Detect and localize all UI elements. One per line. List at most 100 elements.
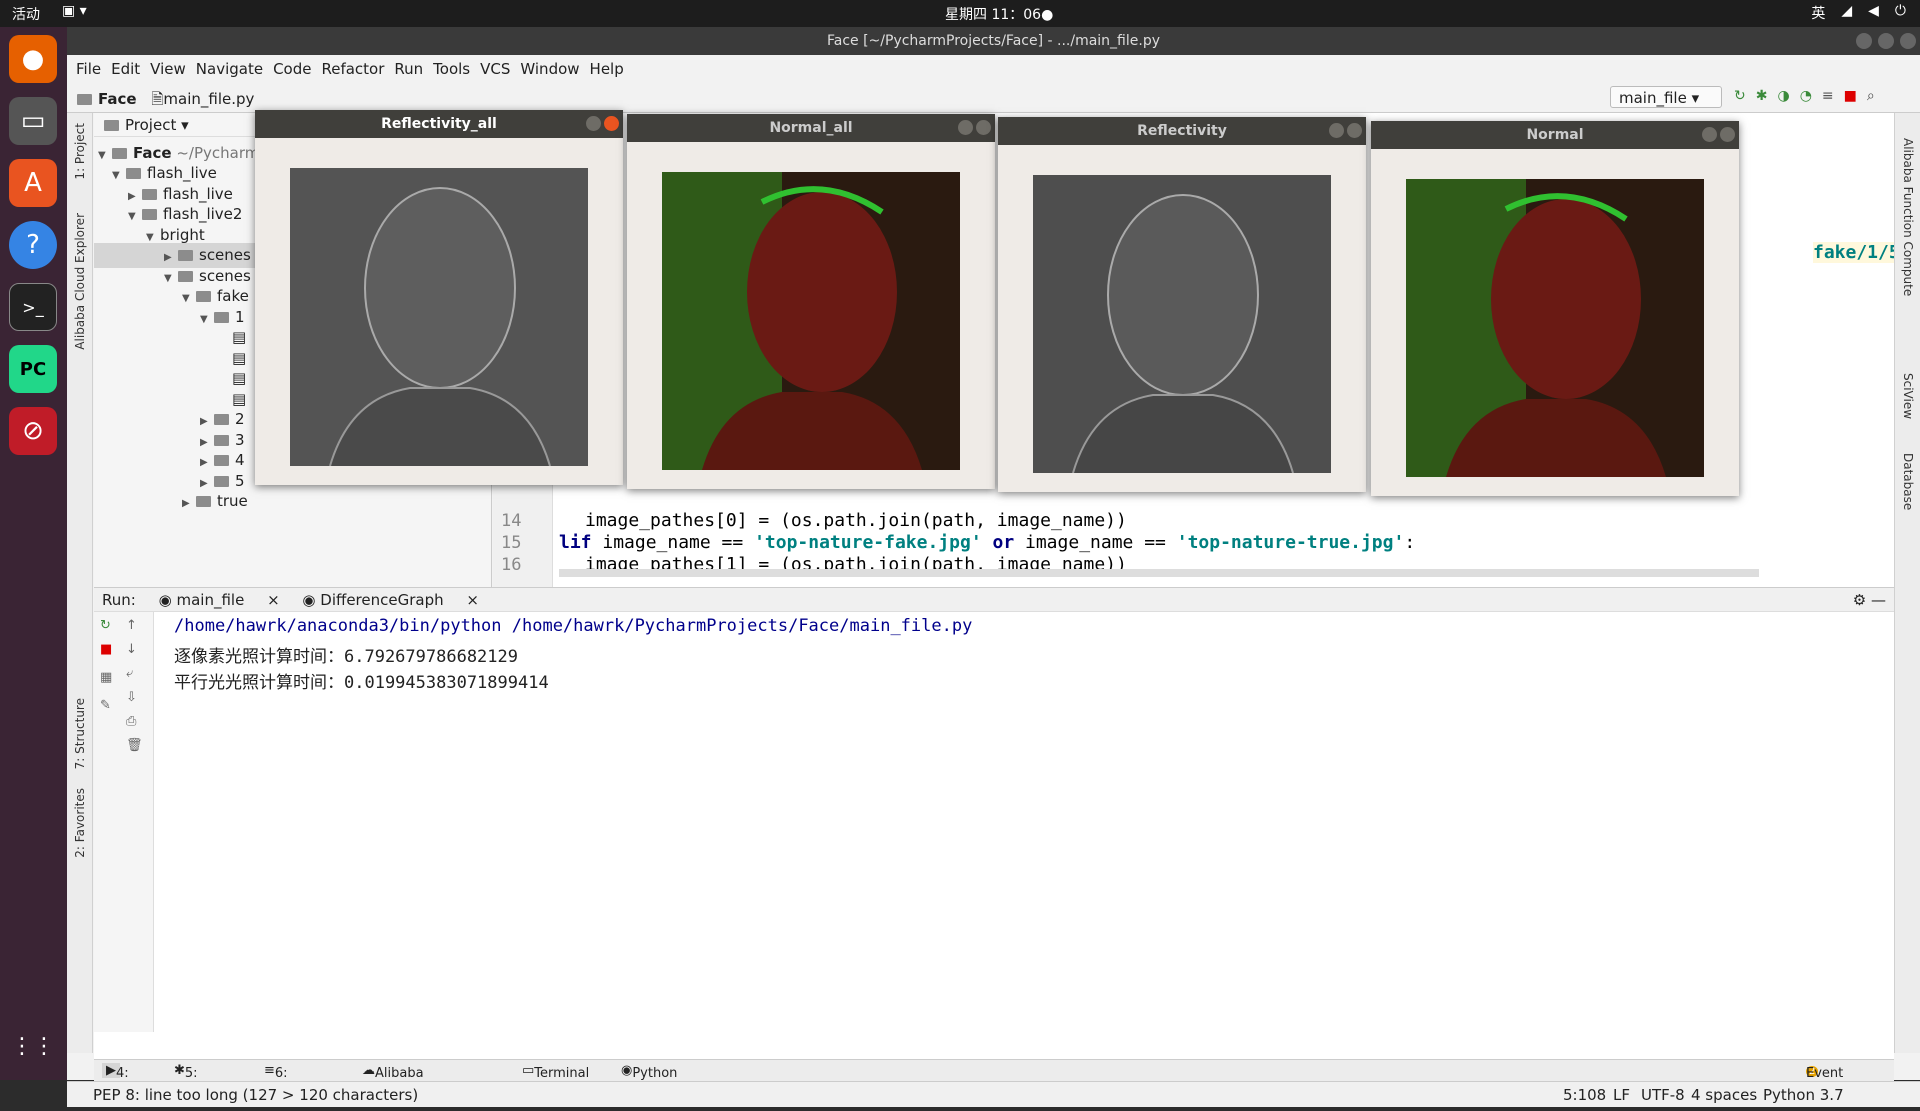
minimize-button[interactable] [1702, 127, 1717, 142]
rerun-icon[interactable]: ↻ [100, 618, 111, 633]
dock: ● ▭ A ? >_ PC ⊘ ⋮⋮ [0, 27, 67, 1080]
close-button[interactable] [604, 116, 619, 131]
coverage-icon[interactable]: ◑ [1777, 88, 1789, 104]
menu-tools[interactable]: Tools [428, 55, 475, 83]
debug-tool-tab[interactable]: ✱ 5: Debug [174, 1063, 228, 1096]
cloud-view-tool-tab[interactable]: ☁ Alibaba Cloud View [362, 1063, 424, 1111]
run-tab-difference-graph[interactable]: ◉ DifferenceGraph × [302, 591, 479, 609]
cloud-explorer-tool-tab[interactable]: Alibaba Cloud Explorer [73, 213, 87, 350]
breadcrumb-file[interactable]: main_file.py [163, 90, 254, 108]
menu-code[interactable]: Code [268, 55, 316, 83]
cv-window-normal[interactable]: Normal [1371, 121, 1739, 496]
console-output-line: 平行光光照计算时间：0.019945383071899414 [174, 673, 549, 693]
window-titlebar: Face [~/PycharmProjects/Face] - .../main… [67, 27, 1920, 55]
menu-vcs[interactable]: VCS [475, 55, 515, 83]
stop-icon[interactable]: ■ [1844, 88, 1857, 104]
left-tool-strip: 1: Project Alibaba Cloud Explorer 7: Str… [67, 113, 93, 1053]
blocked-app-icon[interactable]: ⊘ [9, 407, 57, 455]
function-compute-tool-tab[interactable]: Alibaba Function Compute [1901, 138, 1915, 296]
structure-tool-tab[interactable]: 7: Structure [73, 698, 87, 769]
wifi-icon[interactable]: ◢ [1841, 3, 1852, 23]
file-encoding[interactable]: UTF-8 [1641, 1086, 1685, 1104]
down-arrow-icon[interactable]: ↓ [126, 642, 137, 657]
menu-run[interactable]: Run [389, 55, 428, 83]
menu-file[interactable]: File [71, 55, 106, 83]
close-button[interactable] [976, 120, 991, 135]
terminal-icon[interactable]: >_ [9, 283, 57, 331]
software-center-icon[interactable]: A [9, 159, 57, 207]
close-button[interactable] [1347, 123, 1362, 138]
minimize-button[interactable] [1856, 33, 1872, 49]
window-title: Face [~/PycharmProjects/Face] - .../main… [826, 33, 1160, 49]
breadcrumb-project[interactable]: Face [98, 90, 137, 108]
status-message[interactable]: PEP 8: line too long (127 > 120 characte… [93, 1086, 418, 1104]
tree-item[interactable]: ▶ true [182, 489, 248, 514]
soft-wrap-icon[interactable]: ⤶ [126, 666, 133, 681]
print-icon[interactable]: ⎙ [126, 714, 136, 729]
menu-window[interactable]: Window [515, 55, 584, 83]
app-indicator-icon[interactable]: ▣ ▾ [62, 3, 87, 19]
run-config-select[interactable]: main_file ▾ [1610, 86, 1722, 108]
trash-icon[interactable]: 🗑 [126, 738, 143, 753]
indent-setting[interactable]: 4 spaces [1691, 1086, 1757, 1104]
settings-gear-icon[interactable]: ⚙ — [1853, 591, 1886, 609]
input-method-indicator[interactable]: 英 [1811, 3, 1825, 23]
build-icon[interactable]: ≡ [1822, 88, 1834, 104]
activities-button[interactable]: 活动 [12, 4, 40, 24]
menu-help[interactable]: Help [585, 55, 629, 83]
rerun-icon[interactable]: ↻ [1734, 88, 1746, 104]
run-tab-main-file[interactable]: ◉ main_file × [159, 591, 280, 609]
menu-edit[interactable]: Edit [106, 55, 145, 83]
line-separator[interactable]: LF [1613, 1086, 1630, 1104]
caret-position[interactable]: 5:108 [1563, 1086, 1606, 1104]
cv-window-reflectivity[interactable]: Reflectivity [998, 117, 1366, 492]
volume-icon[interactable]: ◀ [1868, 3, 1879, 23]
database-tool-tab[interactable]: Database [1901, 453, 1915, 510]
minimize-button[interactable] [586, 116, 601, 131]
close-button[interactable] [1900, 33, 1916, 49]
sciview-tool-tab[interactable]: SciView [1901, 373, 1915, 419]
bottom-tool-tabs: ▶ 4: Run ✱ 5: Debug ≡ 6: TODO ☁ Alibaba … [94, 1059, 1894, 1111]
help-icon[interactable]: ? [9, 221, 57, 269]
stop-icon[interactable]: ■ [100, 642, 112, 657]
python-file-icon: 🗎 [151, 90, 164, 108]
menu-view[interactable]: View [145, 55, 191, 83]
close-button[interactable] [1720, 127, 1735, 142]
search-icon[interactable]: ⌕ [1867, 88, 1875, 104]
minimize-button[interactable] [958, 120, 973, 135]
maximize-button[interactable] [1878, 33, 1894, 49]
profile-icon[interactable]: ◔ [1800, 88, 1812, 104]
line-number: 15 [501, 533, 522, 553]
project-tool-tab[interactable]: 1: Project [73, 123, 87, 180]
cv-window-title: Normal [1526, 127, 1584, 143]
clock[interactable]: 星期四 11：06● [945, 4, 1053, 24]
navigation-bar: Face 🗎main_file.py main_file ▾ ↻ ✱ ◑ ◔ ≡… [67, 83, 1920, 113]
cv-window-reflectivity-all[interactable]: Reflectivity_all [255, 110, 623, 485]
scroll-to-end-icon[interactable]: ⇩ [126, 690, 137, 705]
menu-navigate[interactable]: Navigate [191, 55, 268, 83]
files-icon[interactable]: ▭ [9, 97, 57, 145]
todo-tool-tab[interactable]: ≡ 6: TODO [264, 1063, 313, 1096]
debug-icon[interactable]: ✱ [1756, 88, 1768, 104]
python-interpreter[interactable]: Python 3.7 [1763, 1086, 1844, 1104]
favorites-tool-tab[interactable]: 2: Favorites [73, 788, 87, 858]
cv-window-title: Reflectivity [1137, 123, 1227, 139]
cv-window-normal-all[interactable]: Normal_all [627, 114, 995, 489]
minimize-button[interactable] [1329, 123, 1344, 138]
layout-icon[interactable]: ▦ [100, 670, 112, 685]
python-console-tool-tab[interactable]: ◉ Python Console [621, 1063, 684, 1096]
horizontal-scrollbar[interactable] [559, 569, 1759, 577]
up-arrow-icon[interactable]: ↑ [126, 618, 137, 633]
power-icon[interactable]: ⏻ [1895, 3, 1906, 23]
firefox-icon[interactable]: ● [9, 35, 57, 83]
terminal-tool-tab[interactable]: ▭ Terminal [522, 1063, 589, 1081]
run-panel-header: Run: ◉ main_file × ◉ DifferenceGraph × ⚙… [94, 588, 1894, 612]
cv-window-title: Normal_all [769, 120, 853, 136]
pin-icon[interactable]: ✎ [100, 698, 111, 713]
cv-window-titlebar: Normal [1371, 121, 1739, 149]
cv-window-titlebar: Reflectivity_all [255, 110, 623, 138]
menu-refactor[interactable]: Refactor [316, 55, 389, 83]
pycharm-icon[interactable]: PC [9, 345, 57, 393]
show-apps-icon[interactable]: ⋮⋮ [9, 1022, 57, 1070]
run-tool-tab[interactable]: ▶ 4: Run [102, 1063, 141, 1096]
